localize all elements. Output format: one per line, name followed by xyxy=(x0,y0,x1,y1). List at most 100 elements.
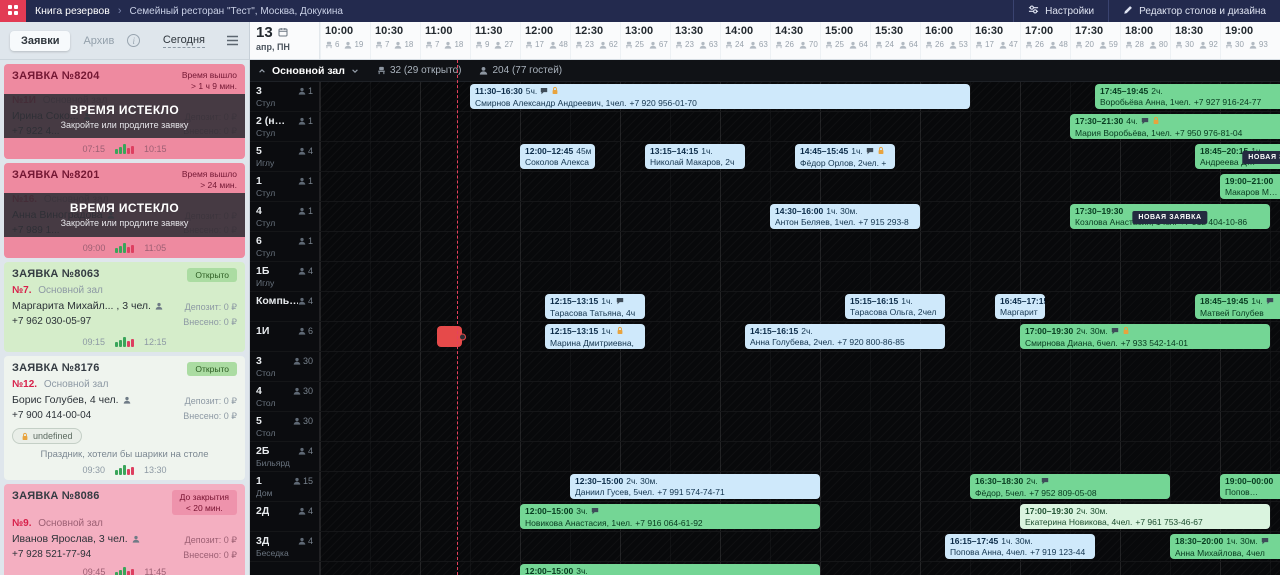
booking-block[interactable]: 14:45–15:45 1ч. Фёдор Орлов, 2чел. + xyxy=(795,144,895,169)
booking-guest: Матвей Голубев xyxy=(1200,307,1264,318)
booking-block[interactable]: 17:30–21:30 4ч. Мария Воробьёва, 1чел. +7 … xyxy=(1070,114,1280,139)
person-icon xyxy=(444,41,452,49)
booking-block[interactable]: 15:15–16:15 1ч. Тарасова Ольга, 2чел xyxy=(845,294,945,319)
booking-phone: +7 933 542-14-01 xyxy=(1120,337,1189,348)
table-capacity: 4 xyxy=(298,536,313,546)
time-column: 16:30 17 47 xyxy=(970,22,1020,59)
booking-time: 18:30–20:00 xyxy=(1175,535,1224,546)
timeline-track[interactable]: 12:15–13:15 1ч. Марина Дмитриевна, 14:15–… xyxy=(320,322,1280,351)
caret-down-icon[interactable] xyxy=(351,67,359,75)
booking-block[interactable]: 17:00–19:30 2ч. 30м. Екатерина Новикова, … xyxy=(1020,504,1270,529)
card-id: ЗАЯВКА №8204 xyxy=(12,70,100,82)
booking-block[interactable]: 16:15–17:45 1ч. 30м. Попова Анна, 4чел. +7… xyxy=(945,534,1095,559)
timeline-track[interactable] xyxy=(320,442,1280,471)
expired-overlay[interactable]: ВРЕМЯ ИСТЕКЛО Закройте или продлите заяв… xyxy=(4,192,245,237)
booking-block[interactable]: 16:30–18:30 2ч. Фёдор, 5чел. +7 952 809-05… xyxy=(970,474,1170,499)
booking-block[interactable]: 12:15–13:15 1ч. Тарасова Татьяна, 4ч xyxy=(545,294,645,319)
booking-block[interactable]: 17:00–19:30 2ч. 30м. Смирнова Диана, 6чел… xyxy=(1020,324,1270,349)
card-table-row: №12. Основной зал xyxy=(12,379,237,390)
card-time-start: 09:45 xyxy=(82,567,106,575)
tab-archive[interactable]: Архив xyxy=(79,31,118,51)
booking-phone: +7 916 064-61-92 xyxy=(635,517,703,528)
seat-icon xyxy=(675,41,683,49)
booking-block[interactable]: 16:45–17:15 Маргарит xyxy=(995,294,1045,319)
timeline-track[interactable]: 12:00–15:00 3ч. Новикова Анастасия, 1чел.… xyxy=(320,502,1280,531)
booking-block[interactable]: 12:30–15:00 2ч. 30м. Даниил Гусев, 5чел. +… xyxy=(570,474,820,499)
card-time-end: 13:30 xyxy=(144,465,167,476)
booking-block[interactable]: 18:30–20:00 1ч. 30м. Анна Михайлова, 4чел xyxy=(1170,534,1280,559)
card-zone: Основной зал xyxy=(38,285,103,297)
timeline-track[interactable] xyxy=(320,382,1280,411)
booking-block[interactable]: 12:00–12:45 45м Соколов Алекса xyxy=(520,144,595,169)
date-sub: апр, ПН xyxy=(256,42,290,52)
timeline-track[interactable] xyxy=(320,412,1280,441)
table-number: 1 xyxy=(256,475,262,487)
timeline-track[interactable]: 12:15–13:15 1ч. Тарасова Татьяна, 4ч 15:1… xyxy=(320,292,1280,321)
table-type: Стул xyxy=(256,218,276,228)
reservation-card[interactable]: ЗАЯВКА №8086 До закрытия < 20 мин. №9. Осн… xyxy=(4,484,245,575)
booking-block[interactable]: 14:15–16:15 2ч. Анна Голубева, 2чел. +7 92… xyxy=(745,324,945,349)
menu-icon[interactable] xyxy=(226,35,239,46)
time-occupancy: 30 93 xyxy=(1225,40,1270,49)
booking-block[interactable]: 17:45–19:45 2ч. Воробьёва Анна, 1чел. +7 9… xyxy=(1095,84,1280,109)
calendar-icon xyxy=(278,25,288,40)
booking-block[interactable]: 12:00–15:00 3ч. Новикова Анастасия, 1чел.… xyxy=(520,504,820,529)
booking-block[interactable]: 12:00–15:003ч. Софья Ковалёва, 1чел xyxy=(520,564,820,575)
pencil-icon xyxy=(1123,5,1133,18)
person-icon xyxy=(1199,41,1207,49)
timeline-track[interactable] xyxy=(320,232,1280,261)
timeline-track[interactable]: 12:00–12:45 45м Соколов Алекса 13:15–14:1… xyxy=(320,142,1280,171)
date-picker[interactable]: 13 апр, ПН xyxy=(250,22,320,59)
booking-block[interactable]: 12:15–13:15 1ч. Марина Дмитриевна, xyxy=(545,324,645,349)
time-occupancy: 30 92 xyxy=(1175,40,1220,49)
person-icon xyxy=(394,41,402,49)
booking-block[interactable]: 18:45–19:45 1ч. Матвей Голубев xyxy=(1195,294,1280,319)
timeline-track[interactable]: 17:30–21:30 4ч. Мария Воробьёва, 1чел. +7 … xyxy=(320,112,1280,141)
timeline-track[interactable]: 12:00–15:003ч. Софья Ковалёва, 1чел xyxy=(320,562,1280,575)
timeline-track[interactable] xyxy=(320,262,1280,291)
reservation-card[interactable]: ЗАЯВКА №8201Время вышло> 24 мин. №16. Ос… xyxy=(4,162,245,258)
booking-block[interactable]: 11:30–16:30 5ч. Смирнов Александр Андреев… xyxy=(470,84,970,109)
card-deposit-block: Депозит: 0 ₽ Внесено: 0 ₽ xyxy=(183,300,237,329)
time-label: 13:00 xyxy=(625,25,654,37)
collapse-chevron-icon[interactable] xyxy=(258,67,266,75)
tab-requests[interactable]: Заявки xyxy=(10,30,71,51)
occupancy-sparkline xyxy=(115,567,135,575)
person-icon xyxy=(298,207,306,215)
booking-block[interactable]: 17:30–19:30 Козлова Анастасия, 1чел. +7 9… xyxy=(1070,204,1270,229)
timeline-track[interactable] xyxy=(320,352,1280,381)
booking-guest: Смирнова Диана, 6чел. +7 933 542-14-01 xyxy=(1025,337,1189,348)
table-label: 2 (н… 1 Стул xyxy=(250,112,320,141)
drag-handle[interactable] xyxy=(458,333,466,340)
zone-header: Основной зал 32 (29 открыто) 204 (77 гос… xyxy=(250,60,1280,82)
time-occupancy: 9 27 xyxy=(475,40,520,49)
timeline-track[interactable]: 12:30–15:00 2ч. 30м. Даниил Гусев, 5чел. +… xyxy=(320,472,1280,501)
table-editor-button[interactable]: Редактор столов и дизайна xyxy=(1108,0,1280,22)
expired-overlay[interactable]: ВРЕМЯ ИСТЕКЛО Закройте или продлите заяв… xyxy=(4,94,245,138)
booking-block[interactable]: 19:00–21:00 Макаров М… xyxy=(1220,174,1280,199)
table-number: 1 xyxy=(256,175,262,187)
booking-block[interactable]: 18:45–20:151ч. Андреева Д… НОВАЯ З… xyxy=(1195,144,1280,169)
timeline-track[interactable]: 11:30–16:30 5ч. Смирнов Александр Андреев… xyxy=(320,82,1280,111)
reservation-card[interactable]: ЗАЯВКА №8204Время вышло> 1 ч 9 мин. №1И … xyxy=(4,64,245,159)
reservation-card[interactable]: ЗАЯВКА №8176 Открыто №12. Основной зал Бо… xyxy=(4,355,245,481)
booking-block[interactable]: 19:00–00:00 Попов… xyxy=(1220,474,1280,499)
today-link[interactable]: Сегодня xyxy=(162,34,205,48)
reservation-card[interactable]: ЗАЯВКА №8063 Открыто №7. Основной зал Мар… xyxy=(4,261,245,352)
time-columns: 10:00 6 19 10:30 7 18 11:00 7 18 11:30 9… xyxy=(320,22,1280,59)
timeline-track[interactable]: 14:30–16:00 1ч. 30м. Антон Беляев, 1чел. +… xyxy=(320,202,1280,231)
table-row: 3Д 4 Беседка 16:15–17:45 1ч. 30м. Попова А… xyxy=(250,532,1280,562)
lock-icon xyxy=(877,146,885,158)
app-title[interactable]: Книга резервов xyxy=(35,5,110,17)
table-row: 1Б 4 Иглу xyxy=(250,262,1280,292)
chat-icon xyxy=(1111,327,1119,338)
timeline-track[interactable]: 16:15–17:45 1ч. 30м. Попова Анна, 4чел. +7… xyxy=(320,532,1280,561)
blocked-slot[interactable] xyxy=(436,326,466,347)
info-icon[interactable]: i xyxy=(127,34,141,47)
timeline-track[interactable]: 19:00–21:00 Макаров М… xyxy=(320,172,1280,201)
booking-block[interactable]: 13:15–14:15 1ч. Николай Макаров, 2ч xyxy=(645,144,745,169)
settings-button[interactable]: Настройки xyxy=(1013,0,1108,22)
booking-block[interactable]: 14:30–16:00 1ч. 30м. Антон Беляев, 1чел. +… xyxy=(770,204,920,229)
card-table-row: №7. Основной зал xyxy=(12,285,237,296)
app-logo[interactable] xyxy=(0,0,26,22)
